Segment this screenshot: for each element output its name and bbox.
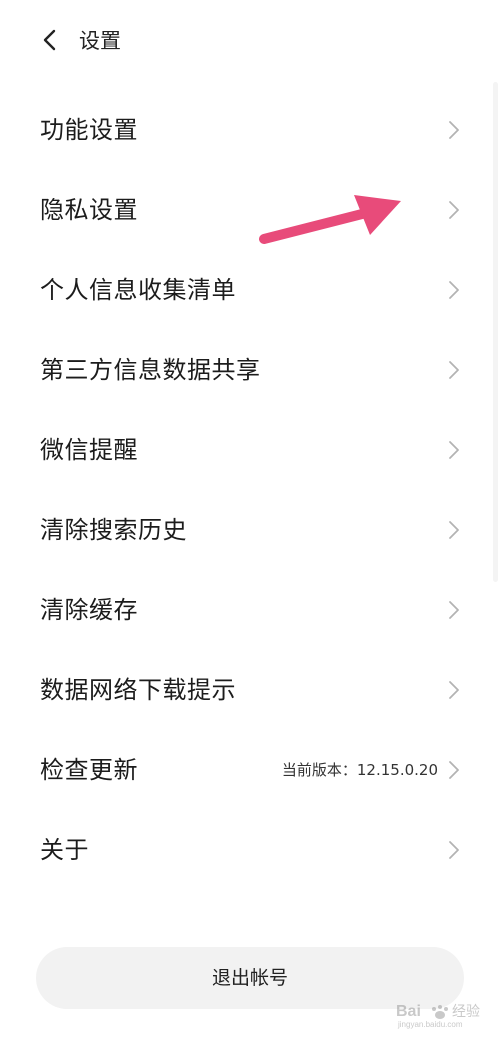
menu-item-clear-cache[interactable]: 清除缓存 bbox=[0, 570, 500, 650]
menu-item-privacy-settings[interactable]: 隐私设置 bbox=[0, 170, 500, 250]
menu-item-personal-info-list[interactable]: 个人信息收集清单 bbox=[0, 250, 500, 330]
menu-item-label: 数据网络下载提示 bbox=[40, 676, 236, 704]
menu-item-label: 个人信息收集清单 bbox=[40, 276, 236, 304]
chevron-right-icon bbox=[448, 280, 460, 300]
menu-item-wechat-reminder[interactable]: 微信提醒 bbox=[0, 410, 500, 490]
menu-item-label: 清除缓存 bbox=[40, 596, 138, 624]
chevron-right-icon bbox=[448, 680, 460, 700]
menu-item-about[interactable]: 关于 bbox=[0, 810, 500, 890]
chevron-right-icon bbox=[448, 600, 460, 620]
menu-item-third-party-sharing[interactable]: 第三方信息数据共享 bbox=[0, 330, 500, 410]
menu-item-label: 检查更新 bbox=[40, 756, 138, 784]
menu-item-label: 第三方信息数据共享 bbox=[40, 356, 261, 384]
chevron-right-icon bbox=[448, 120, 460, 140]
back-button[interactable] bbox=[36, 24, 68, 56]
menu-item-clear-search-history[interactable]: 清除搜索历史 bbox=[0, 490, 500, 570]
chevron-right-icon bbox=[448, 360, 460, 380]
svg-text:经验: 经验 bbox=[452, 1004, 480, 1020]
chevron-right-icon bbox=[448, 520, 460, 540]
menu-item-label: 关于 bbox=[40, 836, 89, 864]
chevron-right-icon bbox=[448, 840, 460, 860]
menu-item-label: 功能设置 bbox=[40, 116, 138, 144]
chevron-left-icon bbox=[43, 29, 56, 51]
current-version-text: 当前版本：12.15.0.20 bbox=[281, 761, 438, 779]
menu-item-label: 隐私设置 bbox=[40, 196, 138, 224]
menu-item-data-network-download-prompt[interactable]: 数据网络下载提示 bbox=[0, 650, 500, 730]
header: 设置 bbox=[0, 0, 500, 82]
chevron-right-icon bbox=[448, 200, 460, 220]
svg-text:jingyan.baidu.com: jingyan.baidu.com bbox=[397, 1020, 463, 1029]
menu-item-check-update[interactable]: 检查更新 当前版本：12.15.0.20 bbox=[0, 730, 500, 810]
menu-item-function-settings[interactable]: 功能设置 bbox=[0, 90, 500, 170]
chevron-right-icon bbox=[448, 760, 460, 780]
logout-button[interactable]: 退出帐号 bbox=[36, 947, 464, 1009]
page-title: 设置 bbox=[79, 29, 121, 53]
menu-item-label: 清除搜索历史 bbox=[40, 516, 187, 544]
menu-item-label: 微信提醒 bbox=[40, 436, 138, 464]
settings-list: 功能设置 隐私设置 个人信息收集清单 第三方信息数据共享 微信提醒 清除搜索历史 bbox=[0, 90, 500, 890]
chevron-right-icon bbox=[448, 440, 460, 460]
